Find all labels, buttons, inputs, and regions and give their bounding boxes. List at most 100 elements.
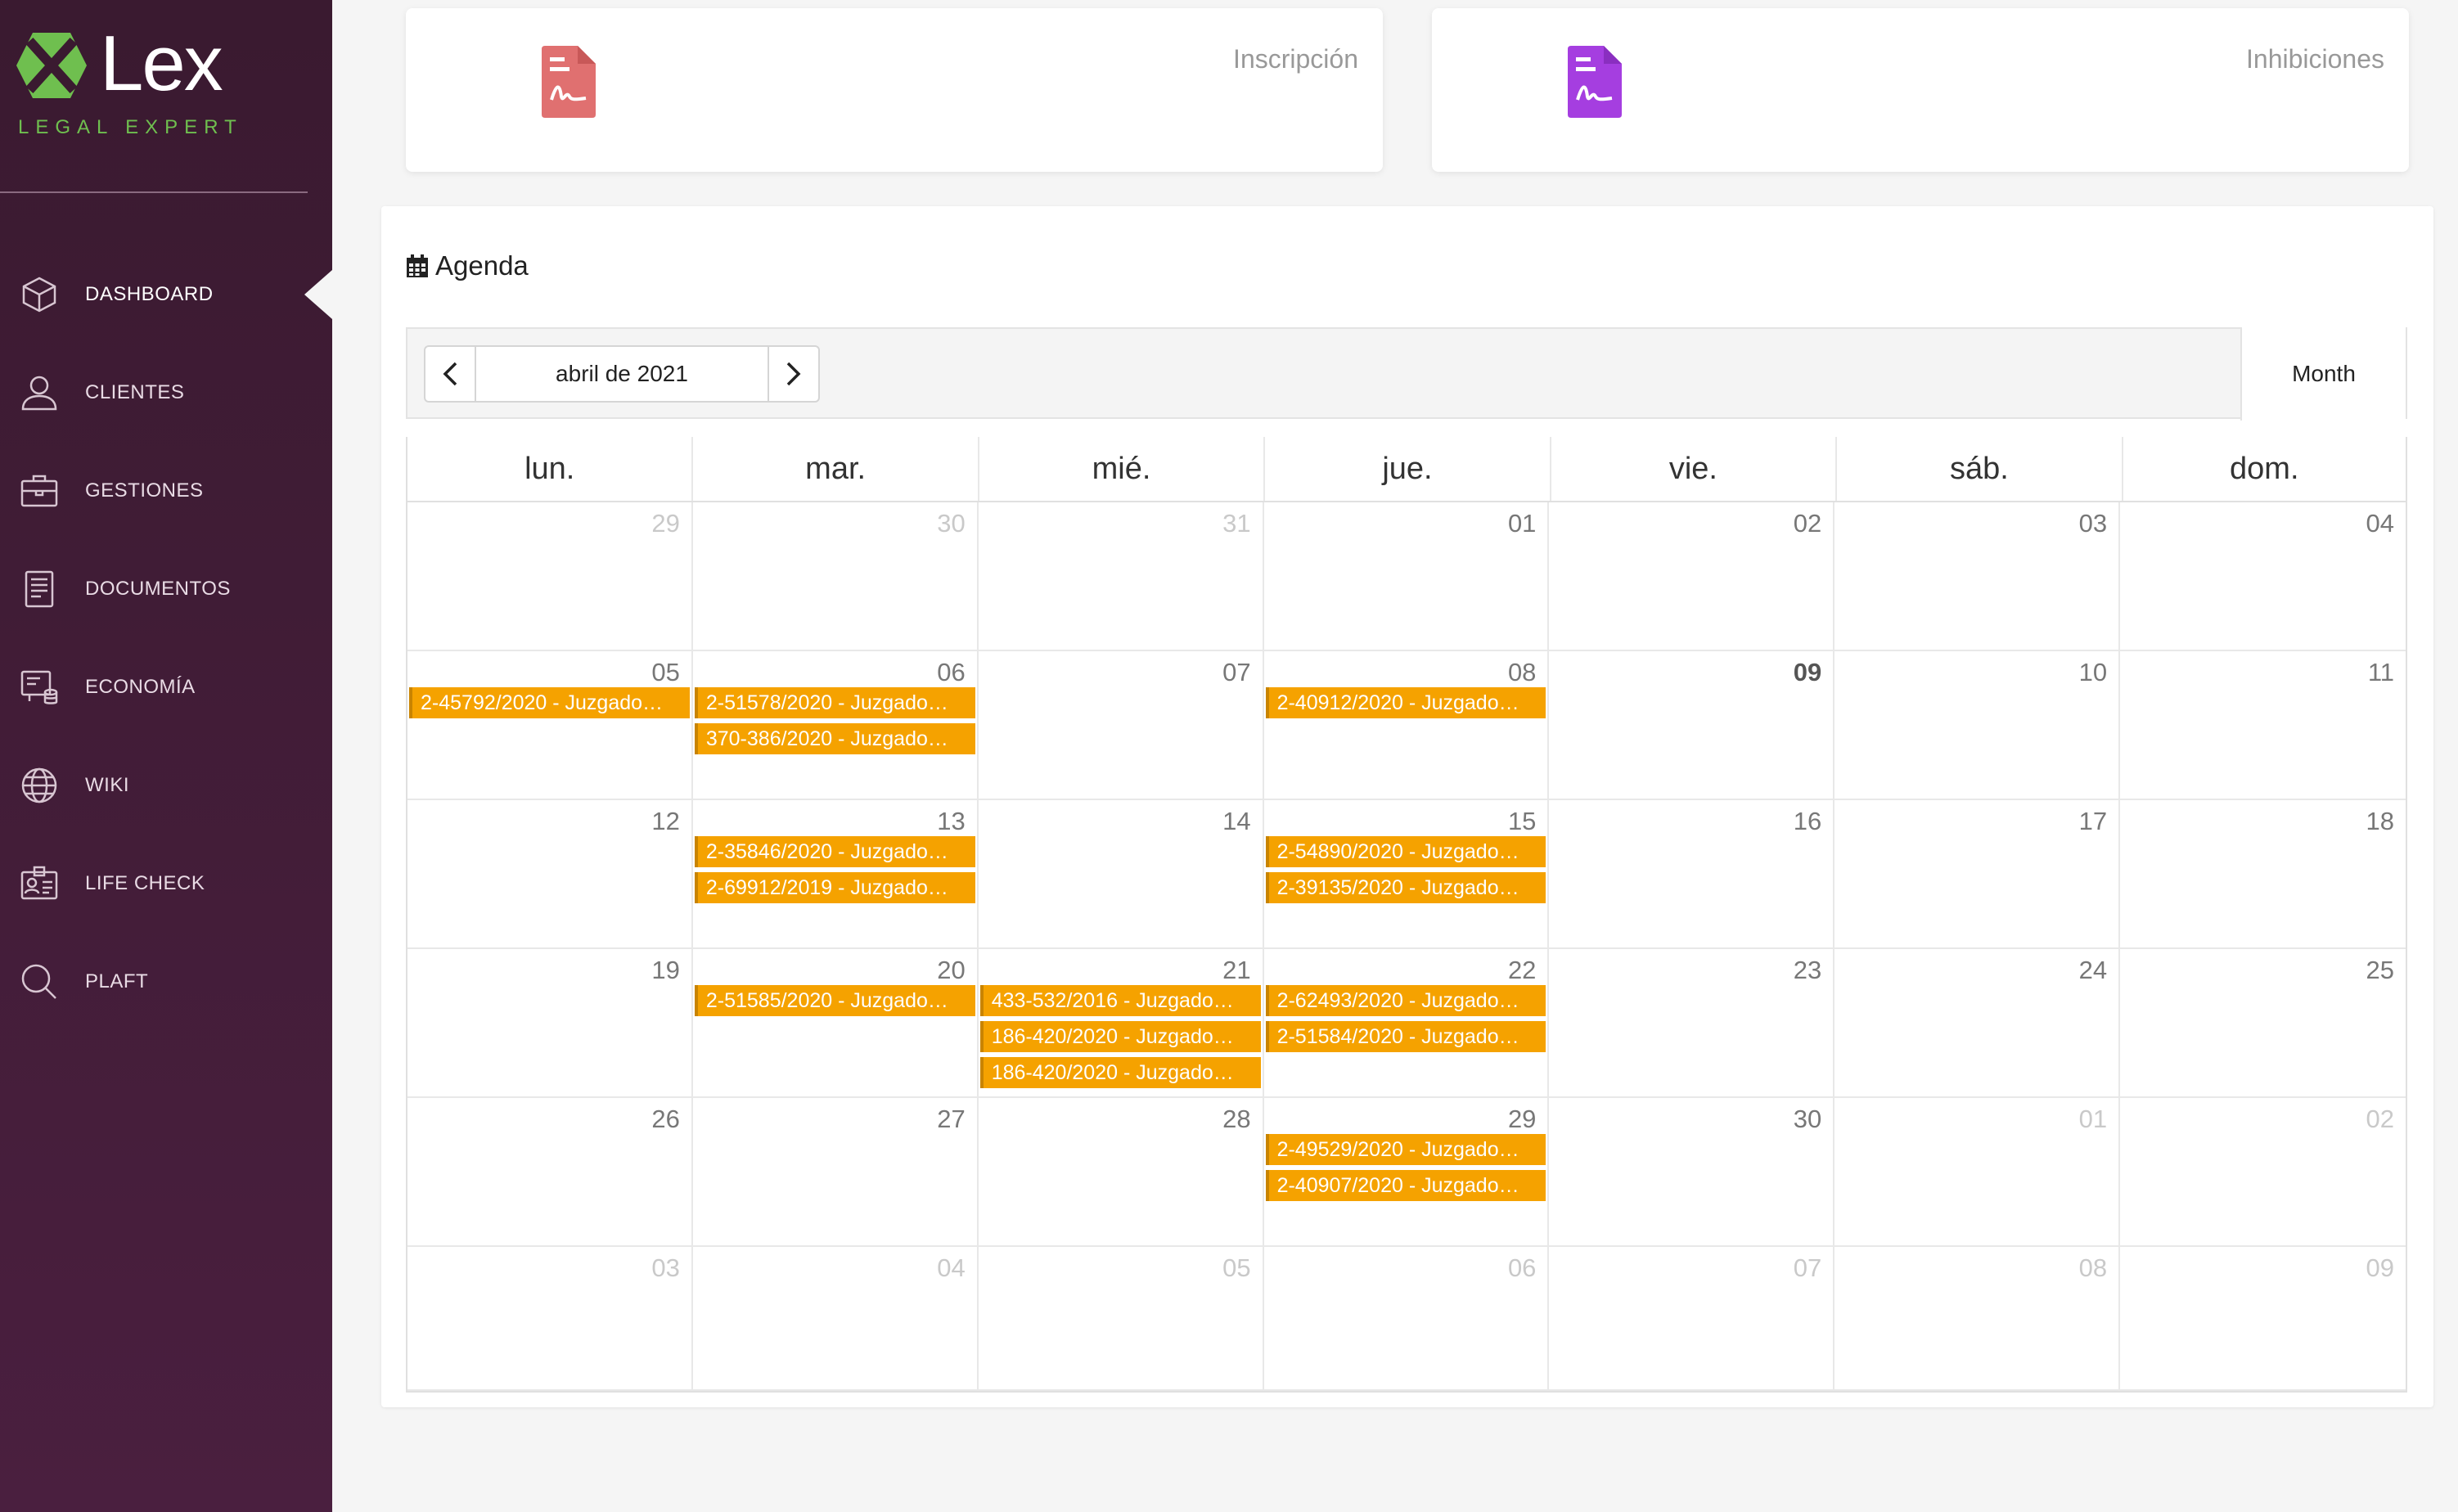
- day-cell[interactable]: 28: [978, 1098, 1264, 1247]
- day-cell[interactable]: 08 2-40912/2020 - Juzgado…: [1263, 651, 1550, 800]
- day-number[interactable]: 09: [1794, 658, 1821, 687]
- calendar-event[interactable]: 2-49529/2020 - Juzgado…: [1265, 1134, 1546, 1165]
- day-number[interactable]: 28: [1222, 1105, 1250, 1134]
- calendar-event[interactable]: 2-35846/2020 - Juzgado…: [694, 836, 975, 867]
- day-number[interactable]: 13: [937, 807, 965, 836]
- calendar-event[interactable]: 2-39135/2020 - Juzgado…: [1265, 872, 1546, 903]
- sidebar-item-clientes[interactable]: CLIENTES: [0, 344, 332, 442]
- day-cell[interactable]: 07: [978, 651, 1264, 800]
- day-cell[interactable]: 03: [407, 1247, 693, 1391]
- calendar-event[interactable]: 2-40907/2020 - Juzgado…: [1265, 1170, 1546, 1201]
- sidebar-item-life-check[interactable]: LIFE CHECK: [0, 835, 332, 933]
- day-cell[interactable]: 05: [978, 1247, 1264, 1391]
- day-number[interactable]: 12: [651, 807, 679, 836]
- day-cell[interactable]: 13 2-35846/2020 - Juzgado… 2-69912/2019 - …: [692, 800, 979, 949]
- day-number[interactable]: 03: [651, 1253, 679, 1283]
- day-number[interactable]: 11: [2368, 658, 2394, 687]
- day-cell[interactable]: 09: [1549, 651, 1835, 800]
- day-number[interactable]: 04: [937, 1253, 965, 1283]
- day-cell[interactable]: 30: [692, 502, 979, 651]
- day-number[interactable]: 18: [2366, 807, 2394, 836]
- day-number[interactable]: 02: [1794, 509, 1821, 538]
- card-inscripcion[interactable]: Inscripción: [406, 8, 1383, 172]
- day-cell[interactable]: 16: [1549, 800, 1835, 949]
- day-number[interactable]: 02: [2366, 1105, 2394, 1134]
- sidebar-item-plaft[interactable]: PLAFT: [0, 933, 332, 1031]
- calendar-event[interactable]: 433-532/2016 - Juzgado…: [979, 985, 1261, 1016]
- calendar-event[interactable]: 2-51578/2020 - Juzgado…: [694, 687, 975, 718]
- sidebar-item-economia[interactable]: ECONOMÍA: [0, 638, 332, 736]
- day-number[interactable]: 30: [1794, 1105, 1821, 1134]
- day-cell[interactable]: 20 2-51585/2020 - Juzgado…: [692, 949, 979, 1098]
- day-cell[interactable]: 21 433-532/2016 - Juzgado… 186-420/2020 - …: [978, 949, 1264, 1098]
- day-number[interactable]: 03: [2079, 509, 2107, 538]
- day-cell[interactable]: 14: [978, 800, 1264, 949]
- calendar-event[interactable]: 2-51584/2020 - Juzgado…: [1265, 1021, 1546, 1052]
- day-cell[interactable]: 10: [1834, 651, 2121, 800]
- day-cell[interactable]: 08: [1834, 1247, 2121, 1391]
- sidebar-item-documentos[interactable]: DOCUMENTOS: [0, 540, 332, 638]
- day-cell[interactable]: 11: [2120, 651, 2406, 800]
- day-cell[interactable]: 29 2-49529/2020 - Juzgado… 2-40907/2020 - …: [1263, 1098, 1550, 1247]
- day-number[interactable]: 20: [937, 956, 965, 985]
- day-cell[interactable]: 19: [407, 949, 693, 1098]
- day-number[interactable]: 21: [1222, 956, 1250, 985]
- calendar-event[interactable]: 2-45792/2020 - Juzgado…: [409, 687, 690, 718]
- day-cell[interactable]: 02: [2120, 1098, 2406, 1247]
- month-view-button[interactable]: Month: [2240, 327, 2406, 421]
- day-cell[interactable]: 06: [1263, 1247, 1550, 1391]
- day-number[interactable]: 05: [651, 658, 679, 687]
- day-cell[interactable]: 24: [1834, 949, 2121, 1098]
- day-cell[interactable]: 02: [1549, 502, 1835, 651]
- prev-month-button[interactable]: [425, 347, 475, 401]
- day-number[interactable]: 29: [1508, 1105, 1536, 1134]
- day-cell[interactable]: 04: [2120, 502, 2406, 651]
- day-number[interactable]: 07: [1794, 1253, 1821, 1283]
- sidebar-item-gestiones[interactable]: GESTIONES: [0, 442, 332, 540]
- card-inhibiciones[interactable]: Inhibiciones: [1432, 8, 2409, 172]
- calendar-event[interactable]: 186-420/2020 - Juzgado…: [979, 1021, 1261, 1052]
- day-cell[interactable]: 17: [1834, 800, 2121, 949]
- sidebar-item-wiki[interactable]: WIKI: [0, 736, 332, 835]
- day-cell[interactable]: 31: [978, 502, 1264, 651]
- calendar-event[interactable]: 370-386/2020 - Juzgado…: [694, 723, 975, 754]
- calendar-event[interactable]: 2-69912/2019 - Juzgado…: [694, 872, 975, 903]
- day-cell[interactable]: 26: [407, 1098, 693, 1247]
- day-number[interactable]: 07: [1222, 658, 1250, 687]
- day-number[interactable]: 06: [937, 658, 965, 687]
- calendar-event[interactable]: 2-62493/2020 - Juzgado…: [1265, 985, 1546, 1016]
- calendar-event[interactable]: 186-420/2020 - Juzgado…: [979, 1057, 1261, 1088]
- day-cell[interactable]: 25: [2120, 949, 2406, 1098]
- day-cell[interactable]: 06 2-51578/2020 - Juzgado… 370-386/2020 - …: [692, 651, 979, 800]
- day-cell[interactable]: 01: [1834, 1098, 2121, 1247]
- day-number[interactable]: 09: [2366, 1253, 2394, 1283]
- day-number[interactable]: 05: [1222, 1253, 1250, 1283]
- calendar-event[interactable]: 2-40912/2020 - Juzgado…: [1265, 687, 1546, 718]
- day-number[interactable]: 06: [1508, 1253, 1536, 1283]
- sidebar-item-dashboard[interactable]: DASHBOARD: [0, 245, 332, 344]
- day-number[interactable]: 24: [2079, 956, 2107, 985]
- day-number[interactable]: 01: [2079, 1105, 2107, 1134]
- day-number[interactable]: 19: [651, 956, 679, 985]
- day-cell[interactable]: 04: [692, 1247, 979, 1391]
- day-cell[interactable]: 30: [1549, 1098, 1835, 1247]
- day-number[interactable]: 22: [1508, 956, 1536, 985]
- day-number[interactable]: 29: [651, 509, 679, 538]
- day-number[interactable]: 30: [937, 509, 965, 538]
- day-cell[interactable]: 15 2-54890/2020 - Juzgado… 2-39135/2020 - …: [1263, 800, 1550, 949]
- next-month-button[interactable]: [769, 347, 818, 401]
- day-cell[interactable]: 29: [407, 502, 693, 651]
- day-cell[interactable]: 05 2-45792/2020 - Juzgado…: [407, 651, 693, 800]
- day-cell[interactable]: 27: [692, 1098, 979, 1247]
- day-number[interactable]: 16: [1794, 807, 1821, 836]
- day-cell[interactable]: 01: [1263, 502, 1550, 651]
- day-number[interactable]: 17: [2079, 807, 2107, 836]
- calendar-event[interactable]: 2-54890/2020 - Juzgado…: [1265, 836, 1546, 867]
- day-number[interactable]: 27: [937, 1105, 965, 1134]
- calendar-event[interactable]: 2-51585/2020 - Juzgado…: [694, 985, 975, 1016]
- day-number[interactable]: 08: [2079, 1253, 2107, 1283]
- day-number[interactable]: 10: [2079, 658, 2107, 687]
- day-cell[interactable]: 12: [407, 800, 693, 949]
- day-number[interactable]: 14: [1222, 807, 1250, 836]
- day-cell[interactable]: 22 2-62493/2020 - Juzgado… 2-51584/2020 - …: [1263, 949, 1550, 1098]
